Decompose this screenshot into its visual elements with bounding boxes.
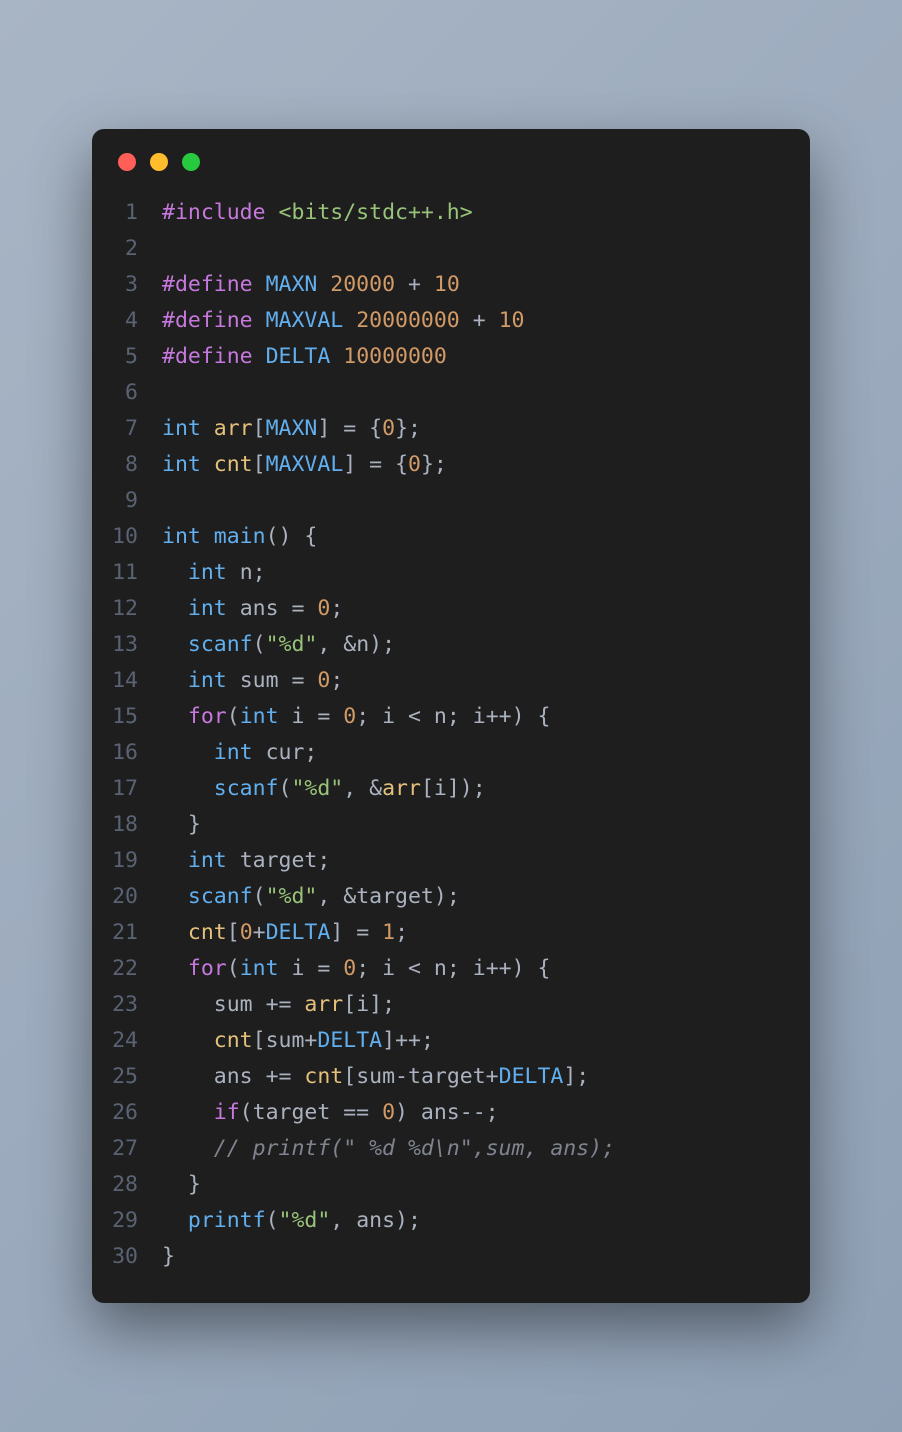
- code-content[interactable]: printf("%d", ans);: [162, 1203, 784, 1239]
- code-line: 5#define DELTA 10000000: [92, 339, 784, 375]
- code-content[interactable]: }: [162, 1239, 784, 1275]
- line-number: 2: [92, 231, 162, 267]
- line-number: 27: [92, 1131, 162, 1167]
- code-line: 27 // printf(" %d %d\n",sum, ans);: [92, 1131, 784, 1167]
- code-line: 21 cnt[0+DELTA] = 1;: [92, 915, 784, 951]
- code-content[interactable]: cnt[sum+DELTA]++;: [162, 1023, 784, 1059]
- code-content[interactable]: int main() {: [162, 519, 784, 555]
- code-line: 10int main() {: [92, 519, 784, 555]
- code-line: 4#define MAXVAL 20000000 + 10: [92, 303, 784, 339]
- code-content[interactable]: ans += cnt[sum-target+DELTA];: [162, 1059, 784, 1095]
- code-line: 7int arr[MAXN] = {0};: [92, 411, 784, 447]
- code-line: 28 }: [92, 1167, 784, 1203]
- line-number: 24: [92, 1023, 162, 1059]
- code-content[interactable]: // printf(" %d %d\n",sum, ans);: [162, 1131, 784, 1167]
- code-content[interactable]: scanf("%d", &n);: [162, 627, 784, 663]
- code-content[interactable]: for(int i = 0; i < n; i++) {: [162, 951, 784, 987]
- code-content[interactable]: cnt[0+DELTA] = 1;: [162, 915, 784, 951]
- code-line: 2: [92, 231, 784, 267]
- code-line: 30}: [92, 1239, 784, 1275]
- code-content[interactable]: int target;: [162, 843, 784, 879]
- line-number: 5: [92, 339, 162, 375]
- line-number: 10: [92, 519, 162, 555]
- minimize-icon[interactable]: [150, 153, 168, 171]
- code-content[interactable]: #define MAXN 20000 + 10: [162, 267, 784, 303]
- code-content[interactable]: for(int i = 0; i < n; i++) {: [162, 699, 784, 735]
- code-content[interactable]: int n;: [162, 555, 784, 591]
- line-number: 11: [92, 555, 162, 591]
- code-line: 3#define MAXN 20000 + 10: [92, 267, 784, 303]
- code-line: 16 int cur;: [92, 735, 784, 771]
- line-number: 12: [92, 591, 162, 627]
- code-line: 14 int sum = 0;: [92, 663, 784, 699]
- code-line: 24 cnt[sum+DELTA]++;: [92, 1023, 784, 1059]
- code-line: 17 scanf("%d", &arr[i]);: [92, 771, 784, 807]
- code-line: 26 if(target == 0) ans--;: [92, 1095, 784, 1131]
- line-number: 1: [92, 195, 162, 231]
- code-line: 12 int ans = 0;: [92, 591, 784, 627]
- code-content[interactable]: sum += arr[i];: [162, 987, 784, 1023]
- line-number: 6: [92, 375, 162, 411]
- code-line: 13 scanf("%d", &n);: [92, 627, 784, 663]
- code-line: 1#include <bits/stdc++.h>: [92, 195, 784, 231]
- line-number: 14: [92, 663, 162, 699]
- code-content[interactable]: [162, 483, 784, 519]
- line-number: 3: [92, 267, 162, 303]
- code-line: 25 ans += cnt[sum-target+DELTA];: [92, 1059, 784, 1095]
- code-line: 11 int n;: [92, 555, 784, 591]
- line-number: 30: [92, 1239, 162, 1275]
- line-number: 17: [92, 771, 162, 807]
- line-number: 18: [92, 807, 162, 843]
- maximize-icon[interactable]: [182, 153, 200, 171]
- code-line: 29 printf("%d", ans);: [92, 1203, 784, 1239]
- line-number: 28: [92, 1167, 162, 1203]
- code-line: 6: [92, 375, 784, 411]
- code-line: 19 int target;: [92, 843, 784, 879]
- code-line: 23 sum += arr[i];: [92, 987, 784, 1023]
- code-content[interactable]: [162, 231, 784, 267]
- line-number: 15: [92, 699, 162, 735]
- code-content[interactable]: scanf("%d", &target);: [162, 879, 784, 915]
- code-content[interactable]: #define MAXVAL 20000000 + 10: [162, 303, 784, 339]
- code-content[interactable]: }: [162, 807, 784, 843]
- line-number: 25: [92, 1059, 162, 1095]
- code-content[interactable]: #define DELTA 10000000: [162, 339, 784, 375]
- code-content[interactable]: scanf("%d", &arr[i]);: [162, 771, 784, 807]
- code-content[interactable]: int ans = 0;: [162, 591, 784, 627]
- line-number: 21: [92, 915, 162, 951]
- close-icon[interactable]: [118, 153, 136, 171]
- code-content[interactable]: #include <bits/stdc++.h>: [162, 195, 784, 231]
- line-number: 23: [92, 987, 162, 1023]
- code-content[interactable]: int cur;: [162, 735, 784, 771]
- code-content[interactable]: if(target == 0) ans--;: [162, 1095, 784, 1131]
- line-number: 22: [92, 951, 162, 987]
- line-number: 19: [92, 843, 162, 879]
- code-line: 20 scanf("%d", &target);: [92, 879, 784, 915]
- line-number: 26: [92, 1095, 162, 1131]
- code-line: 22 for(int i = 0; i < n; i++) {: [92, 951, 784, 987]
- code-content[interactable]: int arr[MAXN] = {0};: [162, 411, 784, 447]
- line-number: 4: [92, 303, 162, 339]
- line-number: 7: [92, 411, 162, 447]
- code-editor[interactable]: 1#include <bits/stdc++.h>2 3#define MAXN…: [92, 181, 810, 1275]
- code-content[interactable]: }: [162, 1167, 784, 1203]
- code-line: 8int cnt[MAXVAL] = {0};: [92, 447, 784, 483]
- code-line: 9: [92, 483, 784, 519]
- line-number: 9: [92, 483, 162, 519]
- code-content[interactable]: [162, 375, 784, 411]
- code-window: 1#include <bits/stdc++.h>2 3#define MAXN…: [92, 129, 810, 1303]
- line-number: 20: [92, 879, 162, 915]
- code-line: 15 for(int i = 0; i < n; i++) {: [92, 699, 784, 735]
- line-number: 8: [92, 447, 162, 483]
- code-content[interactable]: int sum = 0;: [162, 663, 784, 699]
- line-number: 16: [92, 735, 162, 771]
- window-titlebar: [92, 129, 810, 181]
- line-number: 13: [92, 627, 162, 663]
- code-content[interactable]: int cnt[MAXVAL] = {0};: [162, 447, 784, 483]
- line-number: 29: [92, 1203, 162, 1239]
- code-line: 18 }: [92, 807, 784, 843]
